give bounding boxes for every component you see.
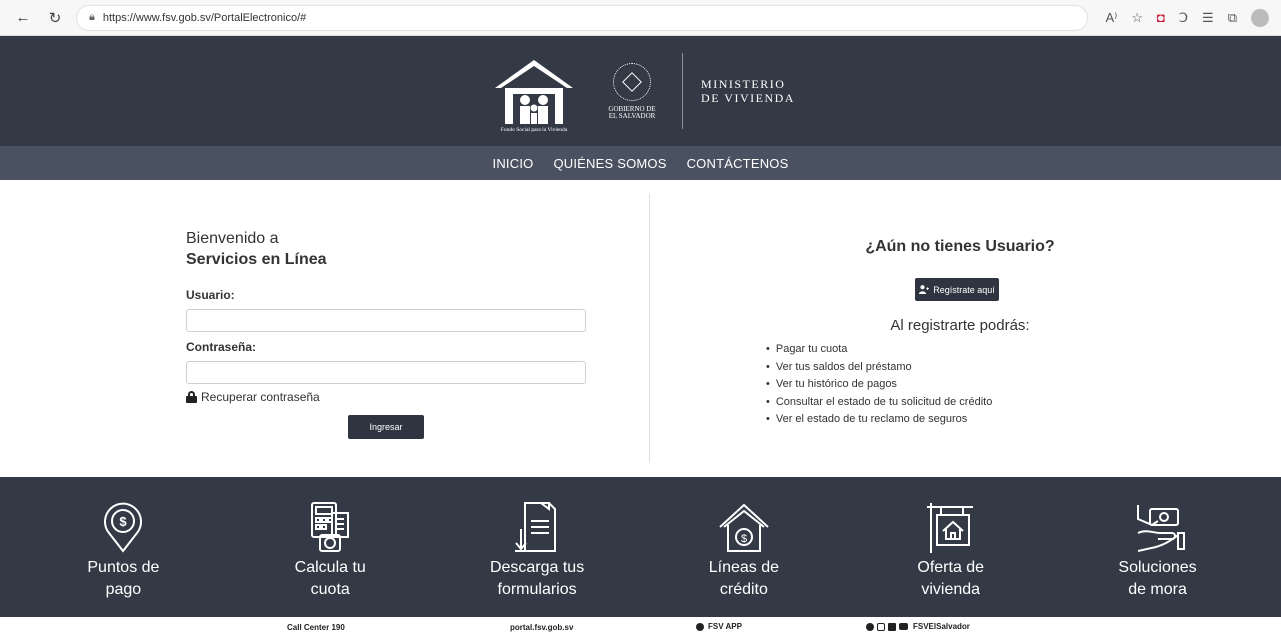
service-label-2: de mora xyxy=(1128,581,1187,598)
site-header: Fondo Social para la Vivienda GOBIERNO D… xyxy=(0,36,1281,146)
instagram-icon[interactable] xyxy=(877,622,885,631)
service-oferta-de-vivienda[interactable]: Oferta de vivienda xyxy=(847,477,1054,617)
benefits-list: Pagar tu cuota Ver tus saldos del présta… xyxy=(766,341,992,429)
service-label-2: crédito xyxy=(719,581,768,598)
service-label-2: cuota xyxy=(310,581,350,598)
service-label-1: Descarga tus xyxy=(489,559,585,576)
reload-icon[interactable]: ↻ xyxy=(44,7,66,29)
service-lineas-de-credito[interactable]: $ Líneas de crédito xyxy=(640,477,847,617)
favorites-icon[interactable]: ☰ xyxy=(1202,10,1214,26)
social-links[interactable]: FSVElSalvador xyxy=(866,622,970,631)
footer: Call Center 190 portal.fsv.gob.sv FSV AP… xyxy=(0,617,1281,638)
service-label-2: formularios xyxy=(497,581,577,598)
gobierno-logo[interactable]: GOBIERNO DE EL SALVADOR xyxy=(600,49,664,133)
service-soluciones-de-mora[interactable]: Soluciones de mora xyxy=(1054,477,1261,617)
lock-icon xyxy=(186,391,197,403)
header-divider xyxy=(682,53,684,129)
user-label: Usuario: xyxy=(186,288,235,302)
ministerio-logo[interactable]: MINISTERIO DE VIVIENDA xyxy=(701,77,795,105)
service-calcula-tu-cuota[interactable]: Calcula tu cuota xyxy=(227,477,434,617)
hand-money-icon xyxy=(1136,505,1185,552)
portal-link[interactable]: portal.fsv.gob.sv xyxy=(510,623,573,632)
user-input[interactable] xyxy=(186,309,586,332)
service-label-1: Soluciones xyxy=(1118,559,1197,576)
register-title: ¿Aún no tienes Usuario? xyxy=(865,238,1055,255)
favorite-star-icon[interactable]: ☆ xyxy=(1131,10,1143,26)
ministerio-line-2: DE VIVIENDA xyxy=(701,91,795,105)
list-item: Ver el estado de tu reclamo de seguros xyxy=(766,411,992,429)
service-label-1: Puntos de xyxy=(87,559,160,576)
facebook-icon[interactable] xyxy=(866,622,874,631)
back-icon[interactable]: ← xyxy=(12,7,34,29)
fsv-tagline: Fondo Social para la Vivienda xyxy=(500,127,568,133)
password-label: Contraseña: xyxy=(186,340,257,354)
coat-of-arms-icon xyxy=(613,62,652,101)
nav-contactenos[interactable]: CONTÁCTENOS xyxy=(687,156,789,171)
collections-icon[interactable]: ⧉ xyxy=(1228,10,1237,26)
benefits-title: Al registrarte podrás: xyxy=(890,317,1030,334)
add-user-icon xyxy=(919,285,930,294)
main-nav: INICIO QUIÉNES SOMOS CONTÁCTENOS xyxy=(0,146,1281,180)
nav-quienes-somos[interactable]: QUIÉNES SOMOS xyxy=(553,156,666,171)
service-descarga-formularios[interactable]: Descarga tus formularios xyxy=(434,477,641,617)
list-item: Ver tu histórico de pagos xyxy=(766,376,992,394)
app-icon xyxy=(696,622,704,631)
twitter-icon[interactable] xyxy=(888,622,896,631)
fsv-app-link[interactable]: FSV APP xyxy=(696,622,742,631)
house-family-icon xyxy=(495,60,574,124)
fsv-app-label: FSV APP xyxy=(708,622,742,631)
profile-avatar[interactable] xyxy=(1251,8,1269,27)
service-label-1: Calcula tu xyxy=(294,559,366,576)
list-item: Consultar el estado de tu solicitud de c… xyxy=(766,394,992,412)
list-item: Pagar tu cuota xyxy=(766,341,992,359)
recover-password-link[interactable]: Recuperar contraseña xyxy=(186,390,649,404)
main-content: Bienvenido a Servicios en Línea Usuario:… xyxy=(0,180,1281,477)
service-label-1: Oferta de xyxy=(917,559,985,576)
service-label-2: pago xyxy=(105,581,142,598)
browser-extensions: A⁾ ☆ ◘ Ↄ ☰ ⧉ xyxy=(1106,8,1269,27)
service-title: Servicios en Línea xyxy=(186,251,327,268)
gob-line-2: EL SALVADOR xyxy=(608,111,656,120)
service-label-1: Líneas de xyxy=(708,559,780,576)
site-info-icon[interactable]: 🔒︎ xyxy=(89,11,95,24)
read-aloud-icon[interactable]: A⁾ xyxy=(1106,10,1118,26)
social-handle: FSVElSalvador xyxy=(913,622,970,631)
register-button[interactable]: Regístrate aquí xyxy=(915,278,999,301)
browser-toolbar: ← ↻ 🔒︎ https://www.fsv.gob.sv/PortalElec… xyxy=(0,0,1281,36)
calculator-icon xyxy=(311,502,350,552)
password-input[interactable] xyxy=(186,361,586,384)
list-item: Ver tus saldos del préstamo xyxy=(766,359,992,377)
svg-text:$: $ xyxy=(120,514,128,529)
fsv-logo[interactable]: Fondo Social para la Vivienda xyxy=(486,49,582,133)
service-label-2: vivienda xyxy=(921,581,981,598)
ministerio-line-1: MINISTERIO xyxy=(701,77,786,91)
housing-offer-icon xyxy=(926,503,973,553)
url-text: https://www.fsv.gob.sv/PortalElectronico… xyxy=(102,11,307,24)
services-bar: $ Puntos de pago Calcula tu cuota Descarga… xyxy=(0,477,1281,617)
download-form-icon xyxy=(515,502,557,552)
login-button[interactable]: Ingresar xyxy=(348,415,424,439)
extension-c-icon[interactable]: Ↄ xyxy=(1179,10,1188,26)
payment-location-icon: $ xyxy=(104,502,143,553)
service-puntos-de-pago[interactable]: $ Puntos de pago xyxy=(20,477,227,617)
register-button-label: Regístrate aquí xyxy=(933,284,995,295)
register-panel: ¿Aún no tienes Usuario? Regístrate aquí … xyxy=(650,194,1281,477)
svg-text:$: $ xyxy=(741,533,747,545)
nav-inicio[interactable]: INICIO xyxy=(493,156,534,171)
welcome-text: Bienvenido a xyxy=(186,230,279,247)
recover-password-label: Recuperar contraseña xyxy=(201,390,320,404)
youtube-icon[interactable] xyxy=(899,623,908,630)
extension-shield-icon[interactable]: ◘ xyxy=(1157,10,1165,25)
call-center-text: Call Center 190 xyxy=(287,623,345,632)
login-panel: Bienvenido a Servicios en Línea Usuario:… xyxy=(0,194,650,463)
house-credit-icon: $ xyxy=(719,503,769,552)
address-bar[interactable]: 🔒︎ https://www.fsv.gob.sv/PortalElectron… xyxy=(76,4,1088,31)
